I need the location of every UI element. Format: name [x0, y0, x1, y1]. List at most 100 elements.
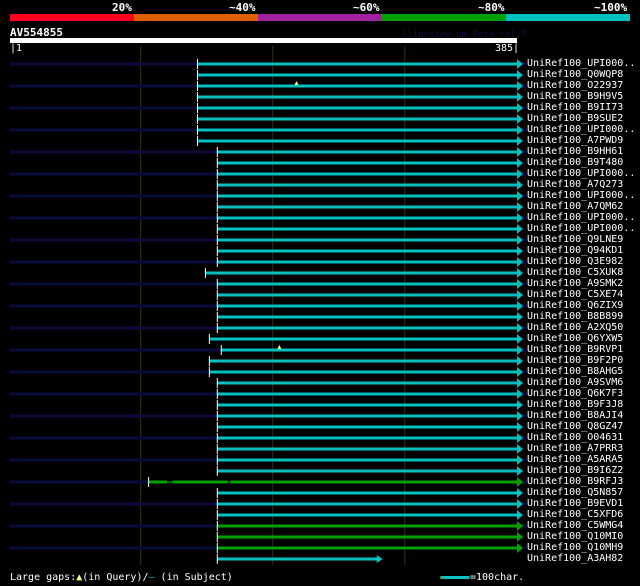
hit-end-arrow: [517, 125, 523, 135]
hit-end-arrow: [517, 400, 523, 410]
hit-end-arrow: [517, 158, 523, 168]
hit-end-arrow: [517, 268, 523, 278]
hit-label[interactable]: UniRef100_B9SUE2: [527, 113, 623, 124]
hit-end-arrow: [517, 521, 523, 531]
hit-label[interactable]: UniRef100_Q10MH9: [527, 542, 623, 553]
hit-label[interactable]: UniRef100_B8AJI4: [527, 410, 623, 421]
hit-label[interactable]: UniRef100_A9SVM6: [527, 377, 623, 388]
hit-end-arrow: [517, 433, 523, 443]
hit-end-arrow: [517, 532, 523, 542]
hit-label[interactable]: UniRef100_A2XQ50: [527, 322, 623, 333]
hit-label[interactable]: UniRef100_A7Q273: [527, 179, 623, 190]
hit-label[interactable]: UniRef100_B9T480: [527, 157, 623, 168]
hit-label[interactable]: UniRef100_O22937: [527, 80, 623, 91]
hit-end-arrow: [517, 477, 523, 487]
hit-label[interactable]: UniRef100_Q3E982: [527, 256, 623, 267]
hit-end-arrow: [517, 422, 523, 432]
hit-label[interactable]: UniRef100_Q10MI0: [527, 531, 623, 542]
hit-end-arrow: [517, 246, 523, 256]
hit-end-arrow: [517, 444, 523, 454]
hit-label[interactable]: UniRef100_UPI000..: [527, 58, 635, 69]
hit-label[interactable]: UniRef100_UPI000..: [527, 190, 635, 201]
hit-end-arrow: [517, 543, 523, 553]
hit-label[interactable]: UniRef100_Q6ZIX9: [527, 300, 623, 311]
hit-end-arrow: [517, 92, 523, 102]
hit-label[interactable]: UniRef100_B9EVD1: [527, 498, 623, 509]
hit-end-arrow: [517, 235, 523, 245]
hit-end-arrow: [517, 455, 523, 465]
scale-label: =100char.: [470, 572, 525, 583]
hit-end-arrow: [517, 356, 523, 366]
hit-end-arrow: [376, 555, 383, 563]
hit-end-arrow: [517, 191, 523, 201]
hit-end-arrow: [517, 367, 523, 377]
hit-end-arrow: [517, 147, 523, 157]
query-gap-marker: [294, 81, 299, 85]
hit-end-arrow: [517, 70, 523, 80]
hit-end-arrow: [517, 312, 523, 322]
hit-end-arrow: [517, 59, 523, 69]
hit-label[interactable]: UniRef100_UPI000..: [527, 124, 635, 135]
hit-end-arrow: [517, 81, 523, 91]
hit-label[interactable]: UniRef100_C5XFD6: [527, 509, 623, 520]
hit-label[interactable]: UniRef100_A7QM62: [527, 201, 623, 212]
hit-label[interactable]: UniRef100_B9HH61: [527, 146, 623, 157]
hit-label[interactable]: UniRef100_B8AHG5: [527, 366, 623, 377]
hit-end-arrow: [517, 180, 523, 190]
hit-end-arrow: [517, 499, 523, 509]
hit-label[interactable]: UniRef100_Q5N857: [527, 487, 623, 498]
hit-end-arrow: [517, 488, 523, 498]
hit-end-arrow: [517, 334, 523, 344]
hit-label[interactable]: UniRef100_A7PWD9: [527, 135, 623, 146]
hit-label[interactable]: UniRef100_B9F2P0: [527, 355, 623, 366]
hit-label[interactable]: UniRef100_O04631: [527, 432, 623, 443]
hit-end-arrow: [517, 290, 523, 300]
hit-label[interactable]: UniRef100_UPI000..: [527, 168, 635, 179]
legend: Large gaps:▲(in Query)/– (in Subject): [10, 572, 233, 583]
hit-label[interactable]: UniRef100_Q6K7F3: [527, 388, 623, 399]
hit-end-arrow: [517, 510, 523, 520]
hit-end-arrow: [517, 466, 523, 476]
hit-label[interactable]: UniRef100_A5ARA5: [527, 454, 623, 465]
hit-label[interactable]: UniRef100_UPI000..: [527, 223, 635, 234]
hit-label[interactable]: UniRef100_Q94KD1: [527, 245, 623, 256]
hit-end-arrow: [517, 202, 523, 212]
hit-label[interactable]: UniRef100_B9II73: [527, 102, 623, 113]
hit-end-arrow: [517, 345, 523, 355]
scale-legend: =100char.: [440, 572, 524, 583]
legend-in-query: (in Query)/: [82, 572, 149, 583]
hit-label[interactable]: UniRef100_C5WMG4: [527, 520, 623, 531]
hit-end-arrow: [517, 213, 523, 223]
hit-label[interactable]: UniRef100_B9F3J8: [527, 399, 623, 410]
hit-end-arrow: [517, 378, 523, 388]
hit-label[interactable]: UniRef100_A9SMK2: [527, 278, 623, 289]
hit-end-arrow: [517, 114, 523, 124]
hit-end-arrow: [517, 389, 523, 399]
hit-end-arrow: [517, 224, 523, 234]
hit-label[interactable]: UniRef100_UPI000..: [527, 212, 635, 223]
hit-label[interactable]: UniRef100_B9RVP1: [527, 344, 623, 355]
hit-label[interactable]: UniRef100_A3AH82: [527, 553, 623, 564]
hit-label[interactable]: UniRef100_Q6YXW5: [527, 333, 623, 344]
hit-label[interactable]: UniRef100_C5XE74: [527, 289, 623, 300]
hit-label[interactable]: UniRef100_A7PRR3: [527, 443, 623, 454]
hit-label[interactable]: UniRef100_Q0WQP8: [527, 69, 623, 80]
legend-large-gaps: Large gaps:: [10, 572, 77, 583]
query-gap-marker: [277, 345, 282, 349]
hit-end-arrow: [517, 279, 523, 289]
hit-end-arrow: [517, 169, 523, 179]
hit-label[interactable]: UniRef100_Q8GZ47: [527, 421, 623, 432]
hit-label[interactable]: UniRef100_B8B899: [527, 311, 623, 322]
hit-end-arrow: [517, 411, 523, 421]
hit-end-arrow: [517, 301, 523, 311]
hit-label[interactable]: UniRef100_B9RFJ3: [527, 476, 623, 487]
hit-label[interactable]: UniRef100_C5XUK8: [527, 267, 623, 278]
hit-end-arrow: [517, 103, 523, 113]
legend-in-subject: (in Subject): [154, 572, 233, 583]
hit-label[interactable]: UniRef100_B9H9V5: [527, 91, 623, 102]
hit-label[interactable]: UniRef100_Q9LNE9: [527, 234, 623, 245]
hit-end-arrow: [517, 136, 523, 146]
hit-end-arrow: [517, 257, 523, 267]
hit-end-arrow: [517, 323, 523, 333]
hit-label[interactable]: UniRef100_B9I6Z2: [527, 465, 623, 476]
